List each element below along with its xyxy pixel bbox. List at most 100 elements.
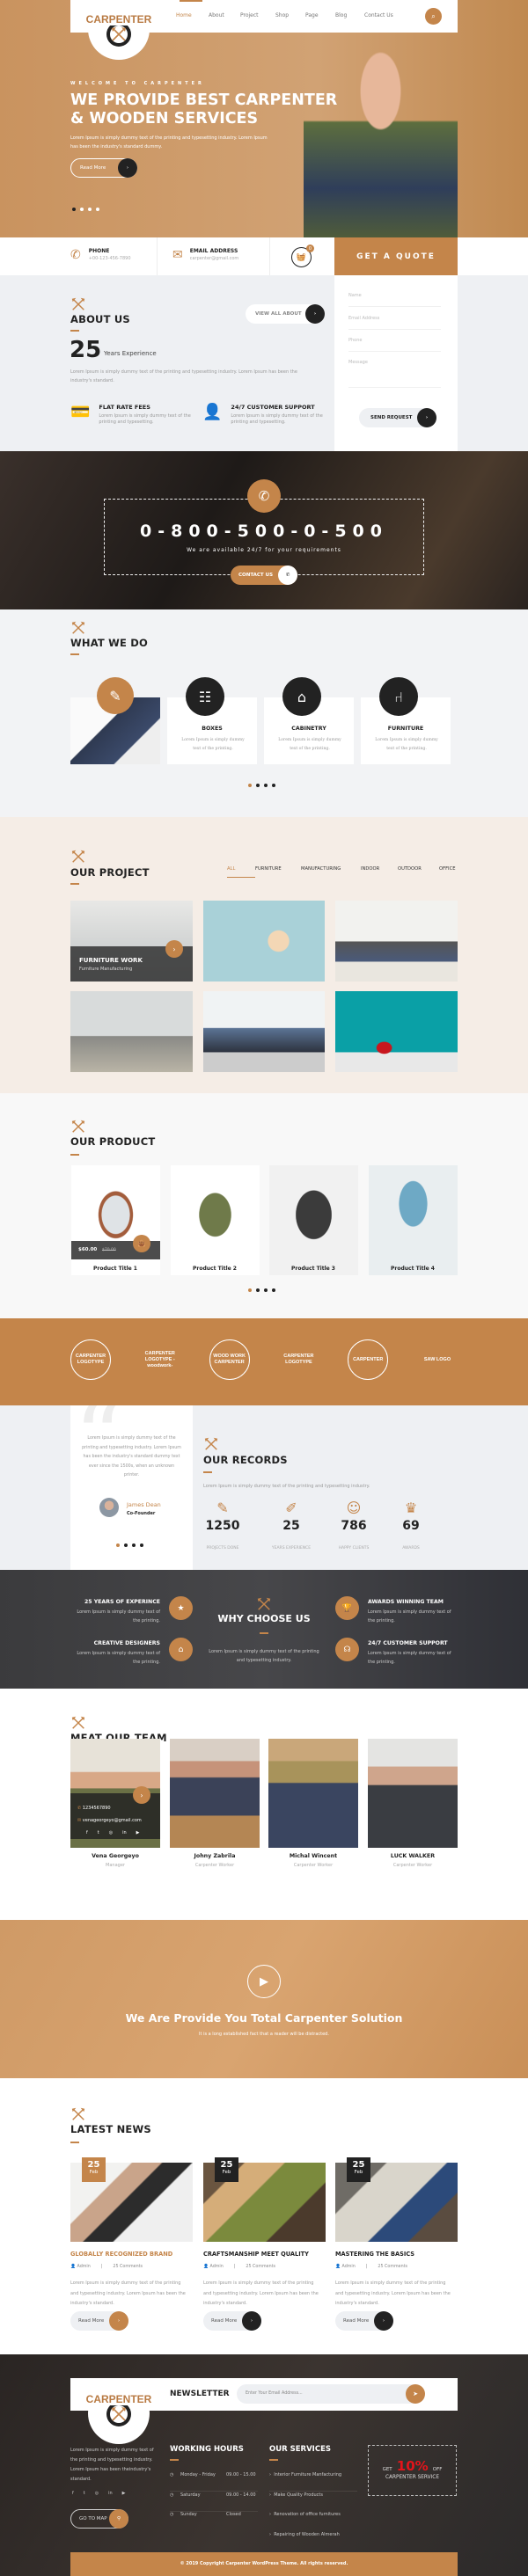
email-info: ✉ EMAIL ADDRESS carpenter@gmail.com [172,248,238,262]
instagram-icon[interactable]: ◎ [109,1827,113,1839]
twitter-icon[interactable]: t [98,1827,99,1839]
footer-service-link[interactable]: › Interior Furniture Manfacturing [269,2472,357,2492]
hours-row: ◷ Monday - Friday 09.00 - 15.00 [170,2472,258,2492]
product-title[interactable]: Product Title 1 [70,1266,160,1272]
nav-project[interactable]: Project [240,12,275,18]
logo[interactable]: CARPENTER [86,0,151,60]
news-read-more-button[interactable]: Read More › [335,2311,393,2331]
nav-page[interactable]: Page [305,12,335,18]
products-dots[interactable] [248,1288,275,1292]
project-tile[interactable]: FURNITURE WORK Furniture Manufacturing › [70,901,193,982]
hero-read-more-button[interactable]: Read More › [70,158,137,178]
team-member-photo[interactable] [268,1739,358,1848]
filter-manufacturing[interactable]: MANUFACTURING [301,866,361,878]
feature-title: FLAT RATE FEES [99,404,150,411]
news-title[interactable]: MASTERING THE BASICS [335,2251,414,2258]
footer-service-link[interactable]: › Repairing of Wooden Almerah [269,2532,357,2551]
call-number: 0-800-500-0-500 [140,522,388,541]
filter-all[interactable]: ALL [227,866,255,878]
go-to-map-button[interactable]: GO TO MAP ⚲ [70,2509,128,2529]
facebook-icon[interactable]: f [86,1827,88,1839]
news-desc: Lorem Ipsum is simply dummy text of the … [203,2280,319,2306]
newsletter-email-input[interactable]: Enter Your Email Address... [237,2384,424,2404]
filter-furniture[interactable]: FURNITURE [255,866,301,878]
product-card-image[interactable] [269,1165,358,1275]
footer-service-label: Renovation of office furnitures [274,2512,341,2517]
axes-icon [70,2106,86,2122]
nav-blog[interactable]: Blog [335,12,364,18]
project-tile[interactable] [70,991,193,1072]
project-tile[interactable] [335,901,458,982]
chevron-right-icon[interactable]: › [165,940,183,958]
product-title[interactable]: Product Title 2 [170,1266,260,1272]
wallet-icon: 💳 [70,403,91,421]
view-all-about-button[interactable]: VIEW ALL ABOUT › [246,304,325,324]
get-quote-button[interactable]: GET A QUOTE [334,237,458,275]
youtube-icon[interactable]: ▶ [122,2491,126,2496]
hero-slider-dots[interactable] [72,208,99,211]
record-label: AWARDS [402,1546,420,1551]
newsletter-submit-button[interactable]: ➤ [406,2384,425,2404]
title-underline [70,653,79,655]
why-item-title: 24/7 CUSTOMER SUPPORT [368,1640,448,1646]
filter-indoor[interactable]: INDOOR [361,866,398,878]
filter-outdoor[interactable]: OUTDOOR [398,866,439,878]
projects-section: OUR PROJECT ALL FURNITURE MANUFACTURING … [0,817,528,1093]
filter-office[interactable]: OFFICE [439,866,455,878]
promo-sub: CARPENTER SERVICE [385,2475,440,2480]
promo-box[interactable]: GET 10% OFF CARPENTER SERVICE [368,2445,457,2496]
contact-us-button[interactable]: CONTACT US ✆ [231,566,297,585]
product-card-image[interactable] [369,1165,458,1275]
search-button[interactable]: ⌕ [425,8,442,25]
records-title: OUR RECORDS [203,1454,288,1466]
footer-service-link[interactable]: › Renovation of office furnitures [269,2512,357,2531]
product-card-image[interactable] [171,1165,260,1275]
clock-icon: ◷ [170,2492,174,2498]
chevron-right-icon: › [305,304,325,324]
meta-separator: | [233,2265,236,2269]
team-member-photo[interactable] [368,1739,458,1848]
chevron-right-icon[interactable]: › [133,1786,150,1804]
play-button[interactable]: ▶ [247,1965,281,1998]
read-more-label: Read More [343,2318,370,2324]
linkedin-icon[interactable]: in [122,1827,127,1839]
project-tile[interactable] [335,991,458,1072]
email-field[interactable]: Email Address [348,316,441,330]
hours-time: 09.00 - 14.00 [226,2492,256,2498]
services-dots[interactable] [248,784,275,787]
twitter-icon[interactable]: t [84,2491,85,2496]
services-section: WHAT WE DO ✎ ☷ BOXES Lorem Ipsum is simp… [0,609,528,817]
nav-about[interactable]: About [209,12,240,18]
service-desc: Lorem Ipsum is simply dummy text of the … [278,738,341,751]
message-field[interactable]: Message [348,360,441,388]
facebook-icon[interactable]: f [72,2491,74,2496]
news-read-more-button[interactable]: Read More › [70,2311,128,2331]
cart-button[interactable]: 🧺 0 [291,244,314,267]
record-value: 1250 [205,1519,240,1533]
linkedin-icon[interactable]: in [108,2491,113,2496]
phone-field[interactable]: Phone [348,338,441,352]
news-title[interactable]: CRAFTSMANSHIP MEET QUALITY [203,2251,309,2258]
project-tile[interactable] [203,901,325,982]
nav-home[interactable]: Home [176,12,209,18]
product-title[interactable]: Product Title 4 [368,1266,458,1272]
nav-shop[interactable]: Shop [275,12,305,18]
project-tile[interactable] [203,991,325,1072]
news-read-more-button[interactable]: Read More › [203,2311,261,2331]
instagram-icon[interactable]: ◎ [95,2491,99,2496]
news-title[interactable]: GLOBALLY RECOGNIZED BRAND [70,2251,172,2258]
footer-service-link[interactable]: › Make Quality Products [269,2492,357,2512]
team-member-photo[interactable] [170,1739,260,1848]
name-field[interactable]: Name [348,293,441,307]
send-request-button[interactable]: SEND REQUEST › [359,408,436,427]
nav-contact[interactable]: Contact Us [364,12,393,18]
footer-logo[interactable]: CARPENTER [86,2383,151,2444]
product-title[interactable]: Product Title 3 [268,1266,358,1272]
bag-icon: 👜 [137,1240,146,1247]
go-to-map-label: GO TO MAP [79,2516,107,2521]
video-banner: ▶ We Are Provide You Total Carpenter Sol… [0,1920,528,2078]
add-to-cart-button[interactable]: 👜 [133,1235,150,1252]
contact-us-label: CONTACT US [238,573,274,578]
testimonial-dots[interactable] [116,1543,143,1547]
youtube-icon[interactable]: ▶ [136,1827,140,1839]
